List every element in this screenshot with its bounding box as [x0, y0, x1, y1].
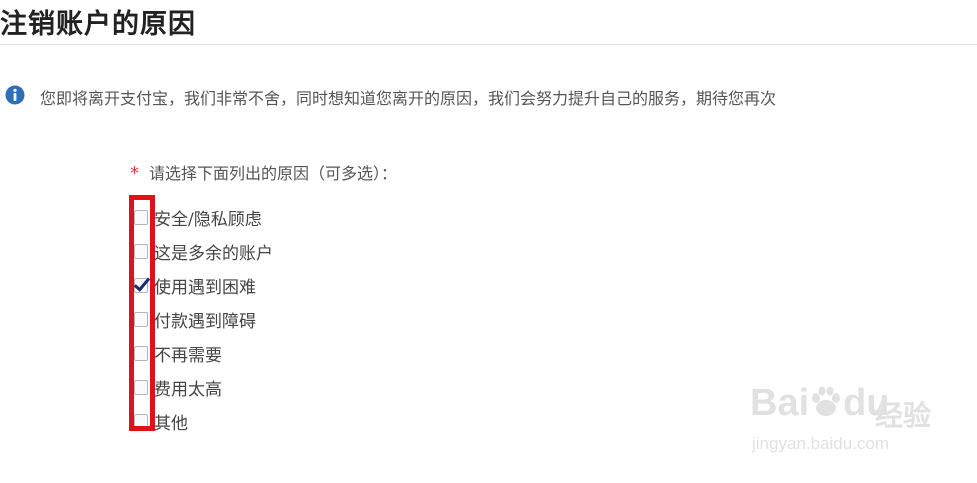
reason-question: * 请选择下面列出的原因（可多选）：	[130, 160, 397, 184]
reason-option-payment-obstacle[interactable]: 付款遇到障碍	[134, 302, 273, 336]
reason-checkbox[interactable]	[134, 243, 148, 259]
reason-option-usage-difficulty[interactable]: 使用遇到困难	[134, 268, 273, 302]
reason-list: 安全/隐私顾虑 这是多余的账户 使用遇到困难 付款遇到障碍 不再需要 费用太高 …	[134, 200, 273, 438]
info-notice: 您即将离开支付宝，我们非常不舍，同时想知道您离开的原因，我们会努力提升自己的服务…	[0, 82, 977, 108]
reason-checkbox[interactable]	[134, 209, 148, 225]
reason-checkbox[interactable]	[134, 277, 148, 293]
reason-option-no-longer-needed[interactable]: 不再需要	[134, 336, 273, 370]
reason-checkbox[interactable]	[134, 379, 148, 395]
reason-option-privacy[interactable]: 安全/隐私顾虑	[134, 200, 273, 234]
reason-label: 其他	[154, 413, 188, 434]
paw-icon	[809, 385, 843, 419]
reason-label: 不再需要	[154, 345, 222, 366]
account-cancel-page: 注销账户的原因 您即将离开支付宝，我们非常不舍，同时想知道您离开的原因，我们会努…	[0, 0, 977, 483]
title-divider	[0, 44, 977, 45]
reason-option-other[interactable]: 其他	[134, 404, 273, 438]
watermark-url: jingyan.baidu.com	[752, 434, 890, 453]
required-mark: *	[130, 163, 139, 184]
info-icon	[5, 85, 25, 105]
page-title: 注销账户的原因	[0, 9, 196, 40]
reason-checkbox[interactable]	[134, 345, 148, 361]
reason-option-redundant-account[interactable]: 这是多余的账户	[134, 234, 273, 268]
reason-label: 这是多余的账户	[154, 243, 273, 264]
baidu-logo: Bai du	[750, 382, 890, 424]
reason-label: 使用遇到困难	[154, 277, 256, 298]
reason-label: 安全/隐私顾虑	[154, 209, 262, 230]
jingyan-brand: 经验	[875, 399, 932, 432]
reason-option-too-expensive[interactable]: 费用太高	[134, 370, 273, 404]
reason-checkbox[interactable]	[134, 311, 148, 327]
reason-checkbox[interactable]	[134, 413, 148, 429]
reason-label: 付款遇到障碍	[154, 311, 256, 332]
baidu-jingyan-watermark: Bai du 经验 jingyan.baidu.com	[750, 382, 940, 462]
info-text: 您即将离开支付宝，我们非常不舍，同时想知道您离开的原因，我们会努力提升自己的服务…	[40, 89, 777, 108]
reason-label: 费用太高	[154, 379, 222, 400]
question-label: 请选择下面列出的原因（可多选）：	[149, 164, 398, 183]
